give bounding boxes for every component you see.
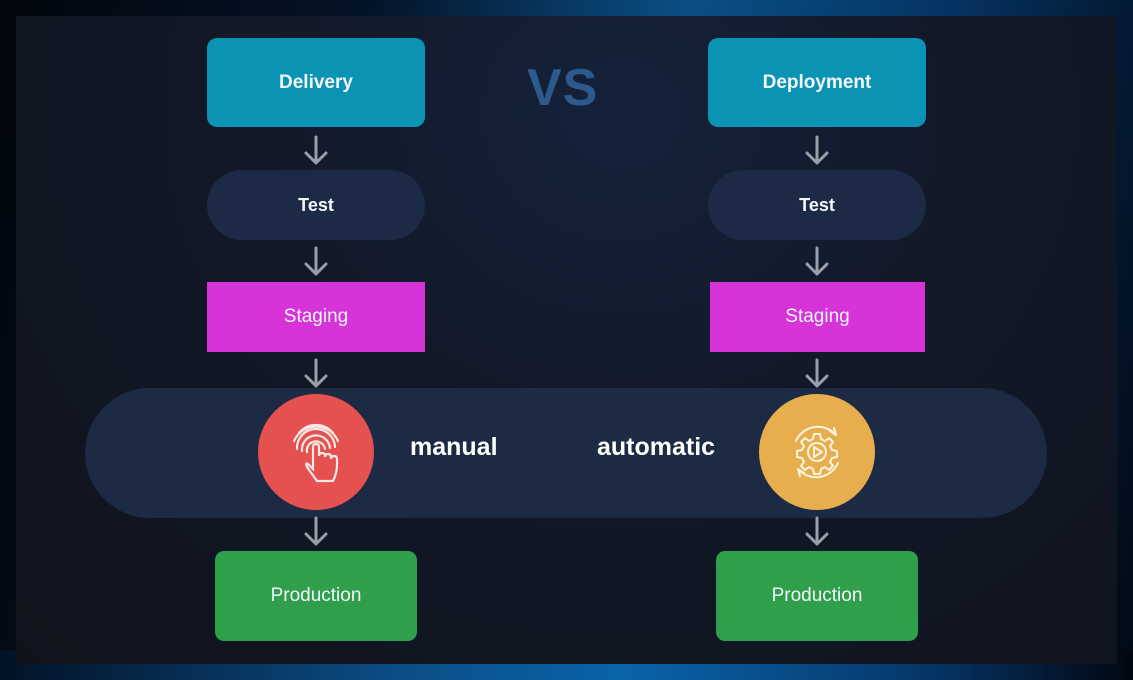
arrow-down-icon — [805, 358, 829, 388]
left-production-box: Production — [215, 551, 417, 641]
gear-cycle-play-icon — [795, 425, 839, 479]
manual-label: manual — [410, 433, 498, 461]
arrow-down-icon — [304, 246, 328, 276]
manual-circle — [258, 394, 374, 510]
right-production-box: Production — [716, 551, 918, 641]
left-staging-step: Staging — [207, 282, 425, 352]
arrow-down-icon — [304, 358, 328, 388]
delivery-box: Delivery — [207, 38, 425, 127]
fingerprint-touch-icon — [292, 423, 340, 483]
mode-band — [85, 388, 1047, 518]
vs-label: VS — [527, 59, 599, 117]
arrow-down-icon — [304, 516, 328, 546]
right-staging-step: Staging — [710, 282, 925, 352]
automatic-circle — [759, 394, 875, 510]
arrow-down-icon — [805, 516, 829, 546]
arrow-down-icon — [805, 135, 829, 165]
arrow-down-icon — [805, 246, 829, 276]
deployment-box: Deployment — [708, 38, 926, 127]
automatic-label: automatic — [597, 433, 716, 461]
right-test-step: Test — [708, 170, 926, 240]
arrow-down-icon — [304, 135, 328, 165]
left-test-step: Test — [207, 170, 425, 240]
